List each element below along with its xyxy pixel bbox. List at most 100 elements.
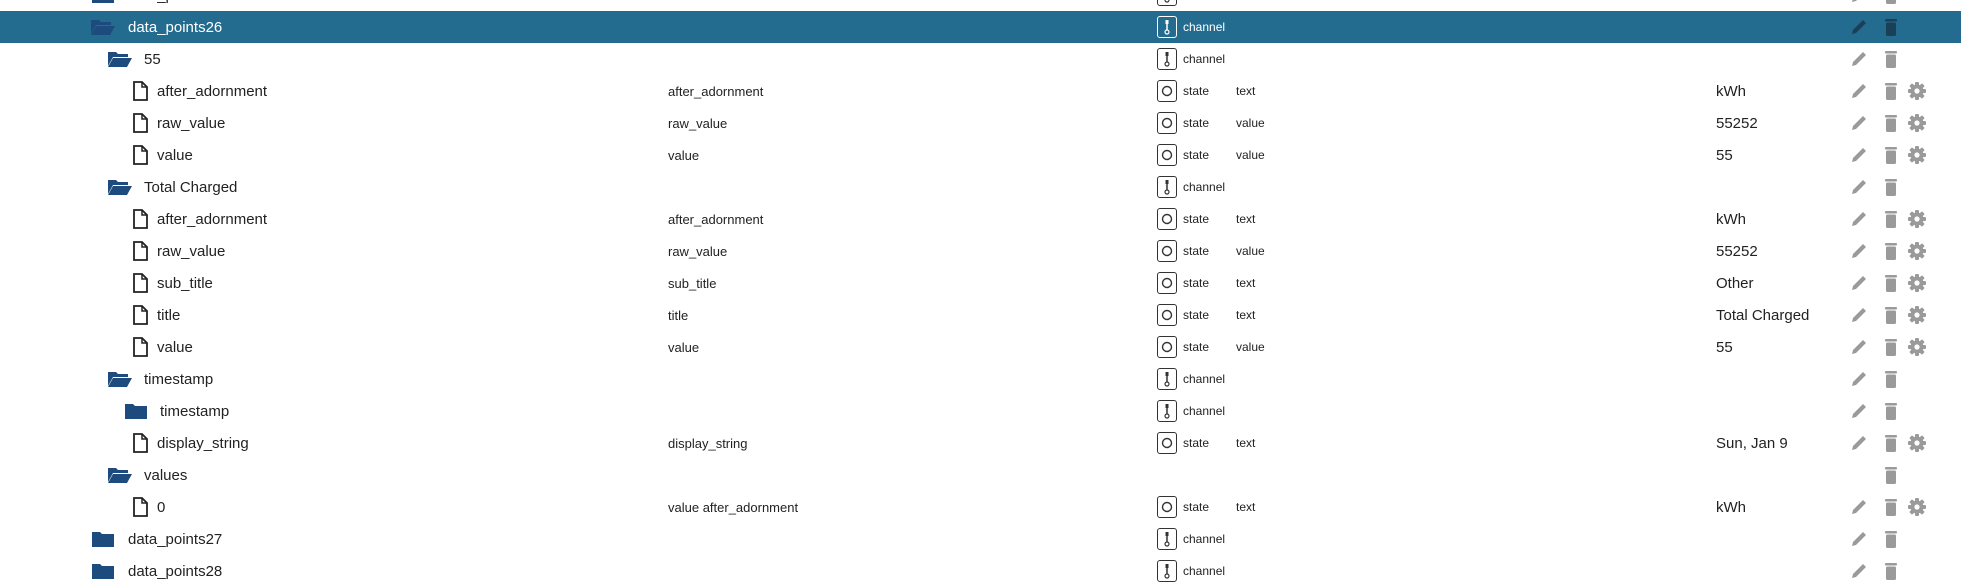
state-row[interactable]: sub_title sub_title state text Other (0, 267, 1961, 299)
delete-icon[interactable] (1880, 267, 1902, 299)
file-icon[interactable] (127, 331, 153, 363)
edit-icon[interactable] (1848, 395, 1870, 427)
edit-icon[interactable] (1848, 75, 1870, 107)
channel-row[interactable]: data_points25 channel (0, 0, 1961, 11)
row-value: kWh (1716, 82, 1746, 100)
channel-row[interactable]: Total Charged channel (0, 171, 1961, 203)
edit-icon[interactable] (1848, 107, 1870, 139)
state-type-icon (1157, 267, 1179, 299)
channel-row[interactable]: data_points28 channel (0, 555, 1961, 587)
state-row[interactable]: raw_value raw_value state value 55252 (0, 235, 1961, 267)
folder-icon[interactable] (90, 523, 116, 555)
state-row[interactable]: 0 value after_adornment state text kWh (0, 491, 1961, 523)
folder-icon[interactable] (90, 0, 116, 11)
edit-icon[interactable] (1848, 171, 1870, 203)
file-icon[interactable] (127, 235, 153, 267)
delete-icon[interactable] (1880, 395, 1902, 427)
settings-icon[interactable] (1906, 299, 1928, 331)
folder-icon[interactable] (123, 395, 149, 427)
row-value: 55 (1716, 338, 1733, 356)
settings-icon[interactable] (1906, 235, 1928, 267)
edit-icon[interactable] (1848, 0, 1870, 11)
row-name: 0 (157, 498, 166, 516)
folder-open-icon[interactable] (107, 363, 133, 395)
folder-icon[interactable] (90, 555, 116, 587)
state-type-icon (1157, 235, 1179, 267)
row-name: value (157, 146, 193, 164)
delete-icon[interactable] (1880, 491, 1902, 523)
delete-icon[interactable] (1880, 363, 1902, 395)
channel-type-icon (1157, 395, 1179, 427)
state-row[interactable]: title title state text Total Charged (0, 299, 1961, 331)
delete-icon[interactable] (1880, 43, 1902, 75)
row-value: 55 (1716, 146, 1733, 164)
settings-icon[interactable] (1906, 427, 1928, 459)
edit-icon[interactable] (1848, 139, 1870, 171)
edit-icon[interactable] (1848, 203, 1870, 235)
settings-icon[interactable] (1906, 75, 1928, 107)
file-icon[interactable] (127, 75, 153, 107)
folder-open-icon[interactable] (90, 11, 116, 43)
delete-icon[interactable] (1880, 107, 1902, 139)
file-icon[interactable] (127, 139, 153, 171)
edit-icon[interactable] (1848, 235, 1870, 267)
delete-icon[interactable] (1880, 0, 1902, 11)
settings-icon[interactable] (1906, 203, 1928, 235)
edit-icon[interactable] (1848, 299, 1870, 331)
delete-icon[interactable] (1880, 139, 1902, 171)
state-row[interactable]: value value state value 55 (0, 331, 1961, 363)
channel-row[interactable]: timestamp channel (0, 395, 1961, 427)
row-type: channel (1183, 0, 1225, 11)
edit-icon[interactable] (1848, 363, 1870, 395)
file-icon[interactable] (127, 427, 153, 459)
delete-icon[interactable] (1880, 299, 1902, 331)
edit-icon[interactable] (1848, 555, 1870, 587)
settings-icon[interactable] (1906, 267, 1928, 299)
settings-icon[interactable] (1906, 331, 1928, 363)
state-row[interactable]: display_string display_string state text Sun… (0, 427, 1961, 459)
row-type: channel (1183, 52, 1226, 66)
folder-open-icon[interactable] (107, 171, 133, 203)
state-row[interactable]: value value state value 55 (0, 139, 1961, 171)
settings-icon[interactable] (1906, 491, 1928, 523)
edit-icon[interactable] (1848, 523, 1870, 555)
channel-row[interactable]: values (0, 459, 1961, 491)
delete-icon[interactable] (1880, 459, 1902, 491)
delete-icon[interactable] (1880, 11, 1902, 43)
delete-icon[interactable] (1880, 523, 1902, 555)
folder-open-icon[interactable] (107, 43, 133, 75)
state-row[interactable]: raw_value raw_value state value 55252 (0, 107, 1961, 139)
delete-icon[interactable] (1880, 555, 1902, 587)
file-icon[interactable] (127, 203, 153, 235)
edit-icon[interactable] (1848, 427, 1870, 459)
edit-icon[interactable] (1848, 11, 1870, 43)
edit-icon[interactable] (1848, 43, 1870, 75)
channel-row[interactable]: data_points26 channel (0, 11, 1961, 43)
row-type: channel (1183, 20, 1226, 34)
delete-icon[interactable] (1880, 331, 1902, 363)
delete-icon[interactable] (1880, 203, 1902, 235)
file-icon[interactable] (127, 299, 153, 331)
folder-open-icon[interactable] (107, 459, 133, 491)
channel-row[interactable]: 55 channel (0, 43, 1961, 75)
state-row[interactable]: after_adornment after_adornment state text k… (0, 75, 1961, 107)
state-row[interactable]: after_adornment after_adornment state text k… (0, 203, 1961, 235)
channel-row[interactable]: data_points27 channel (0, 523, 1961, 555)
channel-row[interactable]: timestamp channel (0, 363, 1961, 395)
delete-icon[interactable] (1880, 427, 1902, 459)
file-icon[interactable] (127, 107, 153, 139)
state-type-icon (1157, 299, 1179, 331)
delete-icon[interactable] (1880, 235, 1902, 267)
row-label: value (668, 339, 700, 355)
edit-icon[interactable] (1848, 491, 1870, 523)
row-name: data_points25 (128, 0, 222, 11)
edit-icon[interactable] (1848, 331, 1870, 363)
edit-icon[interactable] (1848, 267, 1870, 299)
settings-icon[interactable] (1906, 139, 1928, 171)
delete-icon[interactable] (1880, 171, 1902, 203)
file-icon[interactable] (127, 491, 153, 523)
file-icon[interactable] (127, 267, 153, 299)
settings-icon[interactable] (1906, 107, 1928, 139)
row-name: title (157, 306, 181, 324)
delete-icon[interactable] (1880, 75, 1902, 107)
